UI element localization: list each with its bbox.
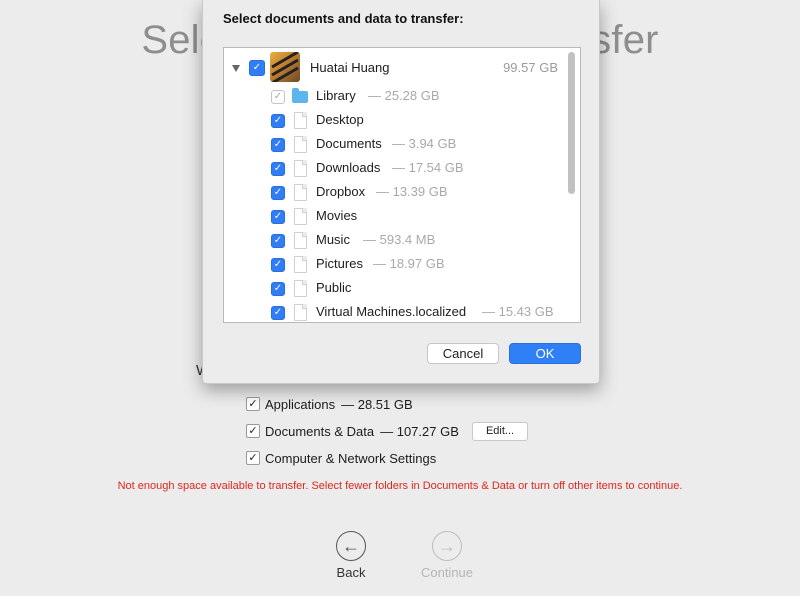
ok-button[interactable]: OK bbox=[509, 343, 581, 364]
item-size: — 15.43 GB bbox=[482, 304, 554, 319]
tree-item-downloads[interactable]: ✓ Downloads — 17.54 GB bbox=[224, 156, 564, 180]
tree-root-row[interactable]: ✓ Huatai Huang 99.57 GB bbox=[224, 52, 564, 82]
item-name: Pictures bbox=[316, 256, 363, 271]
item-size: — 17.54 GB bbox=[392, 160, 464, 175]
item-checkbox[interactable]: ✓ bbox=[271, 114, 285, 128]
document-icon bbox=[294, 280, 307, 297]
item-size: — 25.28 GB bbox=[368, 88, 440, 103]
cancel-button[interactable]: Cancel bbox=[427, 343, 499, 364]
root-name: Huatai Huang bbox=[310, 60, 390, 75]
disclosure-triangle-icon[interactable] bbox=[232, 65, 240, 72]
item-checkbox[interactable]: ✓ bbox=[271, 90, 285, 104]
document-icon bbox=[294, 184, 307, 201]
option-size: — 107.27 GB bbox=[380, 423, 459, 439]
item-checkbox[interactable]: ✓ bbox=[271, 306, 285, 320]
tree-item-documents[interactable]: ✓ Documents — 3.94 GB bbox=[224, 132, 564, 156]
item-checkbox[interactable]: ✓ bbox=[271, 138, 285, 152]
item-size: — 18.97 GB bbox=[373, 256, 445, 271]
tree-item-dropbox[interactable]: ✓ Dropbox — 13.39 GB bbox=[224, 180, 564, 204]
applications-checkbox[interactable]: ✓ bbox=[246, 397, 260, 411]
sheet-title: Select documents and data to transfer: bbox=[223, 11, 464, 26]
document-icon bbox=[294, 160, 307, 177]
item-name: Desktop bbox=[316, 112, 364, 127]
item-name: Public bbox=[316, 280, 352, 295]
item-name: Movies bbox=[316, 208, 358, 223]
tree-item-pictures[interactable]: ✓ Pictures — 18.97 GB bbox=[224, 252, 564, 276]
folder-icon bbox=[292, 88, 308, 103]
user-avatar bbox=[270, 52, 300, 82]
select-documents-sheet: Select documents and data to transfer: ✓… bbox=[202, 0, 600, 384]
documents-data-checkbox[interactable]: ✓ bbox=[246, 424, 260, 438]
item-name: Downloads bbox=[316, 160, 381, 175]
item-checkbox[interactable]: ✓ bbox=[271, 234, 285, 248]
item-checkbox[interactable]: ✓ bbox=[271, 282, 285, 296]
tree-item-library[interactable]: ✓ Library — 25.28 GB bbox=[224, 84, 564, 108]
item-size: — 13.39 GB bbox=[376, 184, 448, 199]
tree-item-public[interactable]: ✓ Public bbox=[224, 276, 564, 300]
edit-button[interactable]: Edit... bbox=[472, 422, 528, 441]
option-label: Applications bbox=[265, 396, 336, 412]
warning-message: Not enough space available to transfer. … bbox=[117, 480, 683, 492]
root-size: 99.57 GB bbox=[503, 60, 558, 75]
document-icon bbox=[294, 304, 307, 321]
option-applications[interactable]: ✓ Applications — 28.51 GB bbox=[246, 395, 413, 413]
item-name: Library bbox=[316, 88, 356, 103]
back-label[interactable]: Back bbox=[330, 565, 372, 580]
item-size: — 3.94 GB bbox=[392, 136, 457, 151]
document-icon bbox=[294, 112, 307, 129]
item-checkbox[interactable]: ✓ bbox=[271, 186, 285, 200]
computer-network-settings-checkbox[interactable]: ✓ bbox=[246, 451, 260, 465]
item-checkbox[interactable]: ✓ bbox=[271, 162, 285, 176]
tree-item-movies[interactable]: ✓ Movies bbox=[224, 204, 564, 228]
root-checkbox[interactable]: ✓ bbox=[249, 60, 265, 76]
continue-label: Continue bbox=[420, 565, 474, 580]
document-icon bbox=[294, 208, 307, 225]
item-name: Dropbox bbox=[316, 184, 366, 199]
option-documents-data[interactable]: ✓ Documents & Data — 107.27 GB bbox=[246, 422, 459, 440]
option-label: Documents & Data bbox=[265, 423, 375, 439]
item-checkbox[interactable]: ✓ bbox=[271, 258, 285, 272]
tree-item-virtual-machines[interactable]: ✓ Virtual Machines.localized — 15.43 GB bbox=[224, 300, 564, 322]
folder-tree[interactable]: ✓ Huatai Huang 99.57 GB ✓ Library — 25.2… bbox=[223, 47, 581, 323]
option-computer-network-settings[interactable]: ✓ Computer & Network Settings bbox=[246, 449, 436, 467]
tree-item-desktop[interactable]: ✓ Desktop bbox=[224, 108, 564, 132]
option-label: Computer & Network Settings bbox=[265, 450, 437, 466]
tree-item-music[interactable]: ✓ Music — 593.4 MB bbox=[224, 228, 564, 252]
item-checkbox[interactable]: ✓ bbox=[271, 210, 285, 224]
continue-arrow-icon: → bbox=[432, 531, 462, 561]
item-size: — 593.4 MB bbox=[363, 232, 436, 247]
back-arrow-icon[interactable]: ← bbox=[336, 531, 366, 561]
document-icon bbox=[294, 232, 307, 249]
item-name: Music bbox=[316, 232, 350, 247]
option-size: — 28.51 GB bbox=[341, 396, 413, 412]
document-icon bbox=[294, 136, 307, 153]
document-icon bbox=[294, 256, 307, 273]
item-name: Documents bbox=[316, 136, 382, 151]
scrollbar[interactable] bbox=[568, 52, 575, 194]
item-name: Virtual Machines.localized bbox=[316, 304, 467, 319]
